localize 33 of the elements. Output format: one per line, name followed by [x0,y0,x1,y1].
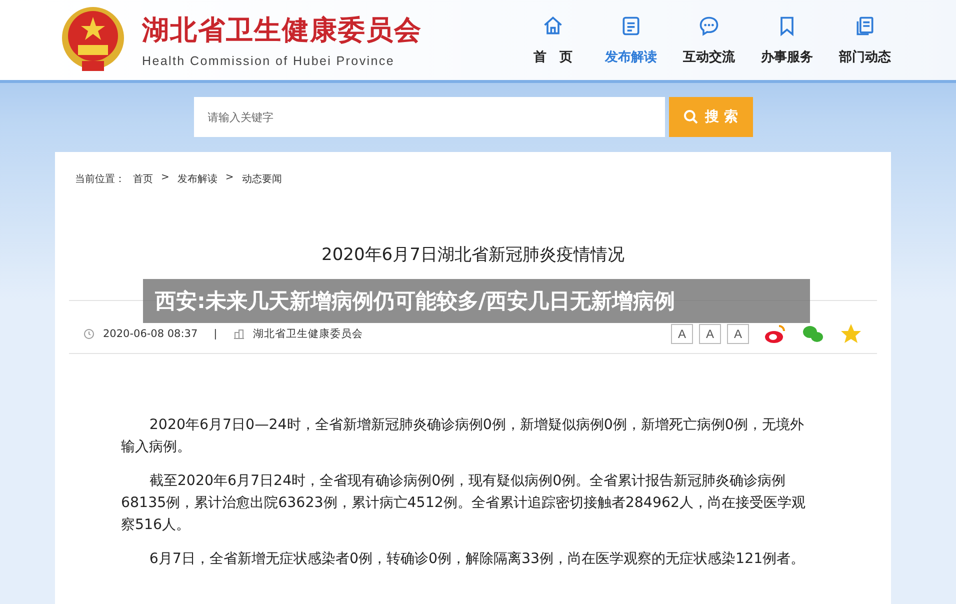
nav-item[interactable]: 办事服务 [756,14,818,66]
article-source: 湖北省卫生健康委员会 [253,327,364,341]
chat-icon [698,14,720,36]
breadcrumb-separator: > [161,172,170,185]
article-paragraph: 2020年6月7日0—24时，全省新增新冠肺炎确诊病例0例，新增疑似病例0例，新增死亡病例0例，无境外输入病例。 [121,416,805,457]
clock-icon [83,328,95,340]
document-icon [620,14,642,36]
home-icon [542,14,564,36]
font-size-button[interactable]: A [671,324,693,344]
breadcrumb-link[interactable]: 首页 [133,172,153,186]
site-title: 湖北省卫生健康委员会 [142,14,422,48]
search-field[interactable]: 请输入关键字 [194,97,664,137]
article-title: 2020年6月7日湖北省新冠肺炎疫情情况 [320,244,626,266]
nav-item[interactable]: 首 页 [522,14,584,66]
nav-item[interactable]: 互动交流 [678,14,740,66]
breadcrumb-separator: > [225,172,234,185]
site-subtitle: Health Commission of Hubei Province [142,54,396,68]
nav-item[interactable]: 发布解读 [600,14,662,66]
article-paragraph: 截至2020年6月7日24时，全省现有确诊病例0例，现有疑似病例0例。全省累计报告新冠肺炎确诊病例68135例，累计治愈出院63623例，累计病亡4512例。全省累计追踪密切接触者284962人，尚在接受医学观察516人。 [121,472,807,535]
breadcrumb-link[interactable]: 发布解读 [177,172,218,186]
breadcrumb-label: 当前位置： [75,172,125,186]
font-size-button[interactable]: A [699,324,721,344]
article-paragraph: 6月7日，全省新增无症状感染者0例，转确诊0例，解除隔离33例，尚在医学观察的无症状感染121例者。 [148,550,806,569]
pages-icon [854,14,876,36]
meta-divider: | [214,328,218,340]
headline-banner: 西安:未来几天新增病例仍可能较多/西安几日无新增病例 [143,279,810,323]
search-icon [683,109,700,125]
font-size-button[interactable]: A [727,324,749,344]
star-icon[interactable] [839,322,863,346]
nav-item[interactable]: 部门动态 [834,14,896,66]
publish-date: 2020-06-08 08:37 [103,328,198,340]
building-icon [233,328,246,340]
breadcrumb-link[interactable]: 动态要闻 [242,172,282,186]
